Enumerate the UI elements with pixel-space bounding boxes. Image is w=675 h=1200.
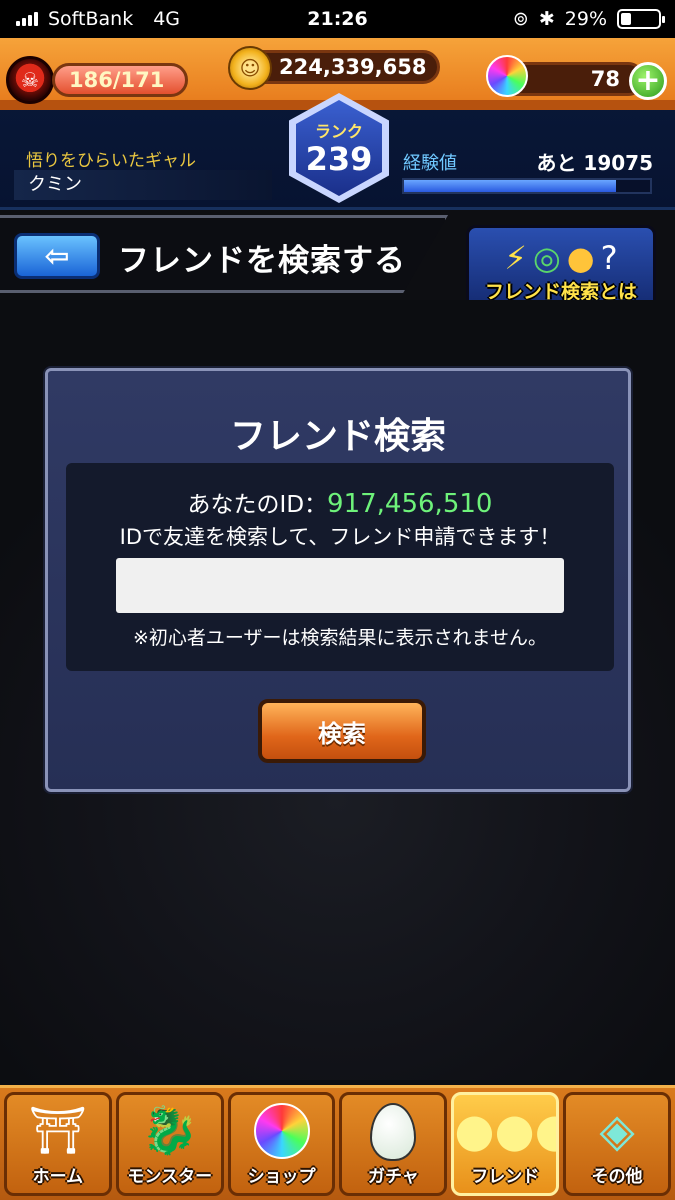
friends-icon: ●●● — [454, 1103, 556, 1157]
nav-label: ガチャ — [367, 1167, 419, 1187]
bottom-nav: ⛩ ホーム 🐉 モンスター ショップ ガチャ ●●● フレンド ◈ その他 — [0, 1085, 675, 1200]
exp-remaining: あと 19075 — [536, 151, 653, 175]
orb-value: 78 — [590, 67, 620, 91]
friend-search-panel: フレンド検索 あなたのID：917,456,510 IDで友達を検索して、フレン… — [45, 368, 631, 792]
battery-level — [621, 13, 632, 25]
stamina-value: 186/171 — [69, 68, 165, 92]
nav-gacha[interactable]: ガチャ — [339, 1092, 448, 1196]
lightning-icon: ⚡ — [504, 239, 527, 277]
rank-badge-inner: ランク 239 — [296, 100, 382, 196]
page-title: フレンドを検索する — [118, 243, 406, 279]
my-id-label: あなたのID： — [187, 492, 328, 518]
person-icon: ● — [566, 239, 595, 277]
rank-label: ランク — [314, 122, 363, 141]
back-arrow-icon: ⇦ — [44, 238, 70, 274]
beginner-note: ※初心者ユーザーは検索結果に表示されません。 — [133, 627, 547, 649]
exp-bar-fill — [404, 180, 616, 192]
player-hud: ☠ 186/171 224,339,658 ☺ 78 + ランク 239 悟りを… — [0, 38, 675, 210]
search-button[interactable]: 検索 — [258, 699, 426, 763]
radar-icon: ◎ — [532, 239, 561, 277]
orientation-lock-icon: ⊚ — [512, 8, 529, 30]
rainbow-orb-icon — [231, 1103, 333, 1159]
player-title: 悟りをひらいたギャル — [26, 151, 196, 171]
search-description: IDで友達を検索して、フレンド申請できます！ — [119, 525, 561, 549]
gold-coin-icon: ☺ — [228, 46, 272, 90]
exp-bar — [402, 178, 652, 194]
stamina-icon: ☠ — [6, 56, 54, 104]
my-id-value: 917,456,510 — [327, 489, 493, 519]
friend-id-input[interactable] — [116, 558, 564, 613]
status-right: ⊚ ✱ 29% — [512, 8, 665, 30]
battery-percent: 29% — [564, 8, 607, 30]
nav-label: フレンド — [471, 1167, 540, 1187]
exp-label: 経験値 — [403, 153, 457, 174]
search-box: あなたのID：917,456,510 IDで友達を検索して、フレンド申請できます… — [66, 463, 614, 671]
nav-shop[interactable]: ショップ — [227, 1092, 336, 1196]
nav-friend[interactable]: ●●● フレンド — [451, 1092, 560, 1196]
stamina-counter: 186/171 — [52, 63, 188, 97]
nav-label: ホーム — [32, 1167, 84, 1187]
panel-title: フレンド検索 — [229, 416, 446, 457]
nav-label: その他 — [591, 1167, 643, 1187]
nav-label: モンスター — [127, 1167, 213, 1187]
friend-search-help-button[interactable]: ⚡ ◎ ● ? フレンド検索とは — [466, 225, 656, 311]
player-name: クミン — [14, 170, 272, 200]
buy-orbs-button[interactable]: + — [629, 62, 667, 100]
nav-home[interactable]: ⛩ ホーム — [4, 1092, 112, 1196]
orb-icon — [486, 55, 528, 97]
nav-other[interactable]: ◈ その他 — [563, 1092, 671, 1196]
rank-value: 239 — [305, 140, 373, 178]
page-header: ⇦ フレンドを検索する ⚡ ◎ ● ? フレンド検索とは — [0, 215, 675, 311]
battery-icon — [617, 9, 665, 29]
egg-icon — [342, 1103, 444, 1161]
back-button[interactable]: ⇦ — [14, 233, 100, 279]
gold-value: 224,339,658 — [279, 55, 427, 79]
question-icon: ? — [600, 239, 618, 277]
home-gate-icon: ⛩ — [28, 1103, 88, 1157]
nav-monster[interactable]: 🐉 モンスター — [115, 1092, 224, 1196]
bluetooth-icon: ✱ — [538, 8, 555, 30]
my-id-line: あなたのID：917,456,510 — [66, 485, 614, 519]
nav-label: ショップ — [247, 1167, 316, 1187]
status-bar: SoftBank 4G 21:26 ⊚ ✱ 29% — [0, 0, 675, 38]
dragon-icon: 🐉 — [141, 1103, 199, 1157]
other-icon: ◈ — [599, 1103, 635, 1157]
